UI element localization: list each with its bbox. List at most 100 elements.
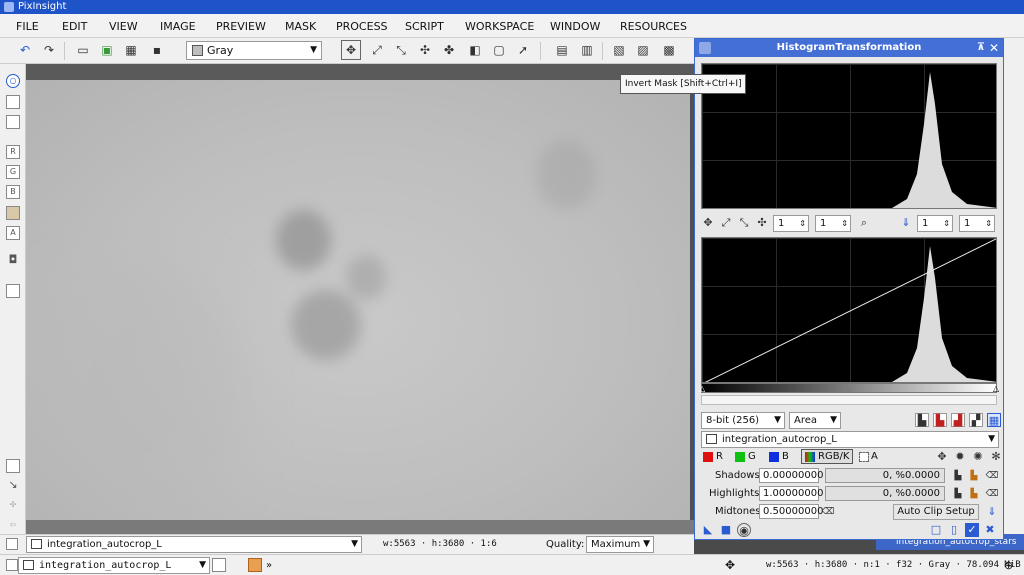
channel-b-button[interactable]: B bbox=[6, 185, 20, 199]
stf-icon[interactable]: ▥ bbox=[580, 43, 594, 57]
shadows-reset-icon[interactable]: ⌫ bbox=[985, 469, 999, 483]
zoom-in-icon[interactable]: ⤢ bbox=[719, 216, 733, 230]
gear-icon[interactable]: ✹ bbox=[953, 450, 967, 464]
fit-view-icon[interactable]: ◧ bbox=[468, 43, 482, 57]
menu-mask[interactable]: MASK bbox=[285, 20, 316, 33]
menu-resources[interactable]: RESOURCES bbox=[620, 20, 687, 33]
dual-view-icon[interactable] bbox=[212, 558, 226, 572]
mask-remove-icon[interactable]: ▨ bbox=[636, 43, 650, 57]
shadows-auto-icon[interactable]: ▙ bbox=[967, 469, 981, 483]
midtones-handle[interactable]: △ bbox=[845, 384, 851, 393]
quality-select[interactable]: Maximum ▼ bbox=[586, 536, 654, 553]
shadows-handle[interactable]: △ bbox=[699, 384, 705, 393]
arrow-down-right-icon[interactable]: ↘ bbox=[6, 479, 20, 493]
panel-icon[interactable] bbox=[6, 95, 20, 109]
plot-mode-select[interactable]: Area ▼ bbox=[789, 412, 841, 429]
shadows-field[interactable]: 0.00000000 bbox=[759, 468, 823, 483]
redo-icon[interactable]: ↷ bbox=[42, 43, 56, 57]
move-icon[interactable]: ✣ bbox=[6, 499, 20, 513]
status-window-icon[interactable] bbox=[6, 559, 18, 571]
stack-icon[interactable] bbox=[6, 115, 20, 129]
invert-mask-icon[interactable]: ▩ bbox=[662, 43, 676, 57]
menu-preview[interactable]: PREVIEW bbox=[216, 20, 266, 33]
menu-workspace[interactable]: WORKSPACE bbox=[465, 20, 534, 33]
channel-a-checkbox[interactable] bbox=[859, 452, 869, 462]
channel-r-button[interactable]: R bbox=[6, 145, 20, 159]
highlights-clip-icon[interactable]: ▙ bbox=[951, 487, 965, 501]
preview-icon[interactable]: □ bbox=[929, 523, 943, 537]
menu-view[interactable]: VIEW bbox=[109, 20, 138, 33]
target-icon[interactable]: ✻ bbox=[989, 450, 1003, 464]
undo-icon[interactable]: ↶ bbox=[18, 43, 32, 57]
menu-process[interactable]: PROCESS bbox=[336, 20, 388, 33]
mask-show-icon[interactable]: ▪ bbox=[150, 43, 164, 57]
settings-icon[interactable]: ✺ bbox=[971, 450, 985, 464]
highlights-reset-icon[interactable]: ⌫ bbox=[985, 487, 999, 501]
channel-a-button[interactable]: A bbox=[6, 226, 20, 240]
window-icon[interactable] bbox=[6, 284, 20, 298]
zoom-out-icon[interactable]: ⤡ bbox=[394, 43, 408, 57]
color-view-icon[interactable] bbox=[248, 558, 262, 572]
menu-image[interactable]: IMAGE bbox=[160, 20, 196, 33]
menu-script[interactable]: SCRIPT bbox=[405, 20, 444, 33]
apply-square-icon[interactable]: ■ bbox=[719, 523, 733, 537]
midtones-reset-icon[interactable]: ⌫ bbox=[821, 505, 835, 519]
resolution-select[interactable]: 8-bit (256) ▼ bbox=[701, 412, 785, 429]
channel-r-checkbox[interactable] bbox=[703, 452, 713, 462]
more-button[interactable]: » bbox=[266, 560, 272, 571]
pan-icon[interactable]: ✣ bbox=[755, 216, 769, 230]
mask-enable-icon[interactable]: ▦ bbox=[124, 43, 138, 57]
highlights-auto-icon[interactable]: ▙ bbox=[967, 487, 981, 501]
arrow-left-icon[interactable]: ⇦ bbox=[6, 519, 20, 533]
graph-style-1-icon[interactable]: ▙ bbox=[915, 413, 929, 427]
close-icon[interactable]: ✕ bbox=[989, 39, 999, 57]
edit-preview-icon[interactable]: ➚ bbox=[516, 43, 530, 57]
pan-icon[interactable]: ✣ bbox=[418, 43, 432, 57]
bottom-square-icon[interactable] bbox=[6, 459, 20, 473]
search-icon[interactable]: ⌕ bbox=[857, 216, 871, 230]
view-icon[interactable]: ▭ bbox=[76, 43, 90, 57]
zoom-out-icon[interactable]: ⤡ bbox=[737, 216, 751, 230]
execute-check-icon[interactable]: ✓ bbox=[965, 523, 979, 537]
pin-icon[interactable]: ⊼ bbox=[977, 39, 985, 57]
ht-view-select[interactable]: integration_autocrop_L ▼ bbox=[701, 431, 999, 448]
zoom-y2-spinbox[interactable]: 1 ⇕ bbox=[959, 215, 995, 232]
output-histogram[interactable] bbox=[701, 237, 997, 383]
channel-rgbk-button[interactable]: RGB/K bbox=[801, 449, 853, 464]
ht-scrollbar[interactable] bbox=[701, 395, 997, 405]
image-scrollbar[interactable] bbox=[26, 520, 694, 534]
display-channel-icon[interactable]: ▤ bbox=[555, 43, 569, 57]
menu-edit[interactable]: EDIT bbox=[62, 20, 87, 33]
crosshair-icon[interactable]: ✥ bbox=[935, 450, 949, 464]
mask-select-icon[interactable]: ▧ bbox=[612, 43, 626, 57]
menu-window[interactable]: WINDOW bbox=[550, 20, 600, 33]
midtones-field[interactable]: 0.50000000 bbox=[759, 504, 823, 519]
shadows-clip-icon[interactable]: ▙ bbox=[951, 469, 965, 483]
rgb-composite-icon[interactable] bbox=[6, 206, 20, 220]
image-view-select[interactable]: integration_autocrop_L ▼ bbox=[26, 536, 362, 553]
graph-style-2-icon[interactable]: ▙ bbox=[933, 413, 947, 427]
color-mode-select[interactable]: Gray ▼ bbox=[186, 41, 322, 60]
zoom-x2-spinbox[interactable]: 1 ⇕ bbox=[917, 215, 953, 232]
highlights-field[interactable]: 1.00000000 bbox=[759, 486, 823, 501]
window-menu-icon[interactable] bbox=[6, 538, 18, 550]
zoom-icon[interactable]: ⊕ bbox=[1004, 559, 1013, 572]
channel-b-checkbox[interactable] bbox=[769, 452, 779, 462]
status-view-select[interactable]: integration_autocrop_L ▼ bbox=[18, 557, 210, 574]
channel-g-checkbox[interactable] bbox=[735, 452, 745, 462]
zoom-y-spinbox[interactable]: 1 ⇕ bbox=[815, 215, 851, 232]
arrow-down-icon[interactable]: ⇓ bbox=[899, 216, 913, 230]
new-instance-icon[interactable]: ◣ bbox=[701, 523, 715, 537]
graph-style-4-icon[interactable]: ▞ bbox=[969, 413, 983, 427]
camera-icon[interactable]: ◘ bbox=[6, 254, 20, 268]
center-icon[interactable]: ✤ bbox=[442, 43, 456, 57]
menu-file[interactable]: FILE bbox=[16, 20, 39, 33]
apply-global-icon[interactable]: ◉ bbox=[737, 523, 751, 537]
grid-icon[interactable]: ▦ bbox=[987, 413, 1001, 427]
zoom-in-icon[interactable]: ⤢ bbox=[370, 43, 384, 57]
readout-mode-icon[interactable]: ✥ bbox=[341, 40, 361, 60]
channel-g-button[interactable]: G bbox=[6, 165, 20, 179]
copy-view-icon[interactable]: ▣ bbox=[100, 43, 114, 57]
reset-icon[interactable]: ✖ bbox=[983, 523, 997, 537]
readout-icon[interactable]: ✥ bbox=[701, 216, 715, 230]
